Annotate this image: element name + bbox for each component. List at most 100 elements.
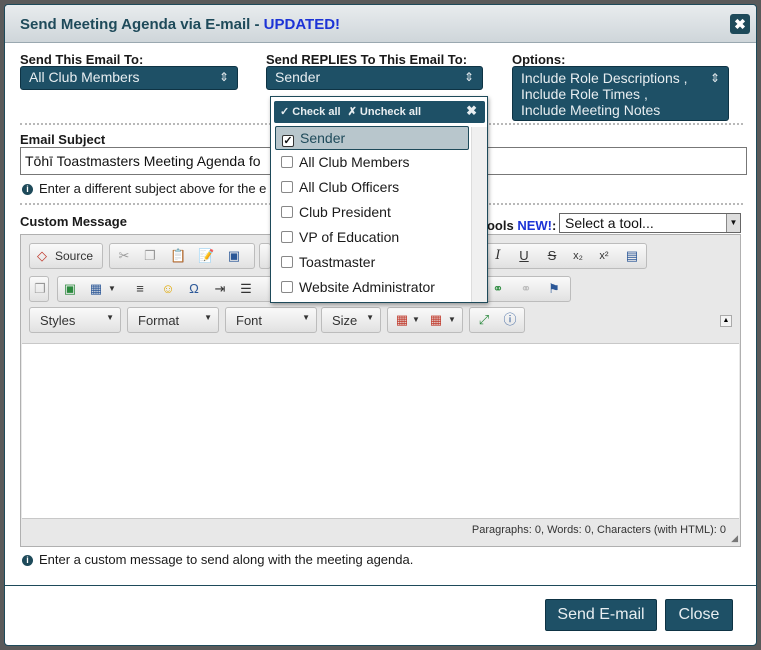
checkbox-icon[interactable] <box>281 156 293 168</box>
send-to-label: Send This Email To: <box>20 52 144 67</box>
close-button[interactable]: Close <box>665 599 733 631</box>
dialog-close-icon[interactable]: ✖ <box>730 14 750 34</box>
dropdown-arrow-icon: ▼ <box>204 313 212 322</box>
check-all-link[interactable]: ✓ Check all <box>280 106 341 118</box>
source-icon[interactable]: ◇ <box>34 248 50 264</box>
copy-format-icon[interactable]: ❐ <box>32 281 48 297</box>
underline-icon[interactable]: U <box>516 248 532 264</box>
uncheck-all-link[interactable]: ✗ Uncheck all <box>348 106 421 118</box>
option-meeting-notes: Include Meeting Notes <box>521 102 661 118</box>
options-select[interactable]: Include Role Descriptions , Include Role… <box>512 66 729 121</box>
paste-icon[interactable]: 📋 <box>170 248 186 264</box>
reply-option-item[interactable]: Toastmaster <box>275 251 469 275</box>
toolbar-group-links: ⚭ ⚭ ⚑ <box>483 276 571 302</box>
reply-option-label: All Club Officers <box>299 179 400 195</box>
reply-option-item[interactable]: Club President <box>275 201 469 225</box>
checkbox-icon[interactable] <box>281 231 293 243</box>
reply-to-select[interactable]: Sender ⇕ <box>266 66 483 90</box>
image-icon[interactable]: ▣ <box>62 281 78 297</box>
reply-option-item[interactable]: Website Administrator <box>275 276 469 300</box>
footer-divider <box>5 585 756 586</box>
checkbox-icon[interactable] <box>281 206 293 218</box>
font-combo[interactable]: Font ▼ <box>225 307 317 333</box>
bg-color-icon[interactable]: ▦ <box>428 312 444 328</box>
updown-arrow-icon: ⇕ <box>463 70 474 84</box>
options-label: Options: <box>512 52 566 67</box>
reply-to-label: Send REPLIES To This Email To: <box>266 52 468 67</box>
dropdown-scrollbar[interactable] <box>471 127 487 302</box>
checkbox-icon[interactable] <box>281 281 293 293</box>
subject-label: Email Subject <box>20 132 106 147</box>
strike-icon[interactable]: S <box>544 248 560 264</box>
reply-option-item[interactable]: All Club Members <box>275 151 469 175</box>
send-to-value: All Club Members <box>29 69 140 85</box>
collapse-toolbar-icon[interactable]: ▲ <box>720 315 732 327</box>
reply-option-item[interactable]: All Club Officers <box>275 176 469 200</box>
dropdown-close-icon[interactable]: ✖ <box>466 103 477 119</box>
horizontal-rule-icon[interactable]: ≡ <box>132 281 148 297</box>
toolbar-group-insert: ▣ ▦ ▼ ≡ ☺ Ω ⇥ ☰ <box>57 276 283 302</box>
tools-label: Tools NEW!: <box>480 218 557 233</box>
table-icon[interactable]: ▦ <box>88 281 104 297</box>
toolbar-group-clipboard: ✂ ❐ 📋 📝 ▣ <box>109 243 255 269</box>
reply-option-label: VP of Education <box>299 229 400 245</box>
info-icon: i <box>22 555 33 566</box>
reply-option-label: Sender <box>300 130 346 146</box>
page-break-icon[interactable]: ⇥ <box>212 281 228 297</box>
checkbox-icon[interactable] <box>281 256 293 268</box>
copy-icon[interactable]: ❐ <box>142 248 158 264</box>
remove-format-icon[interactable]: ▤ <box>624 248 640 264</box>
reply-to-dropdown: ✓ Check all ✗ Uncheck all ✖ ✓ Sender All C… <box>270 96 488 303</box>
format-combo[interactable]: Format ▼ <box>127 307 219 333</box>
size-combo[interactable]: Size ▼ <box>321 307 381 333</box>
numbered-list-icon[interactable]: ☰ <box>238 281 254 297</box>
message-hint: i Enter a custom message to send along wi… <box>22 552 413 567</box>
toolbar-group-tools: ⤢ ⓘ <box>469 307 525 333</box>
updown-arrow-icon: ⇕ <box>709 71 720 85</box>
maximize-icon[interactable]: ⤢ <box>476 312 492 328</box>
send-to-select[interactable]: All Club Members ⇕ <box>20 66 238 90</box>
updated-badge: UPDATED! <box>263 16 341 33</box>
superscript-icon[interactable]: x² <box>596 248 612 264</box>
dropdown-arrow-icon: ▼ <box>366 313 374 322</box>
source-button[interactable]: Source <box>55 249 93 263</box>
special-char-icon[interactable]: Ω <box>186 281 202 297</box>
message-edit-area[interactable] <box>22 343 739 519</box>
anchor-flag-icon[interactable]: ⚑ <box>546 281 562 297</box>
subscript-icon[interactable]: x₂ <box>570 248 586 264</box>
reply-option-label: Club President <box>299 204 391 220</box>
subject-hint: i Enter a different subject above for the… <box>22 181 266 196</box>
reply-option-label: Toastmaster <box>299 254 376 270</box>
send-email-button[interactable]: Send E-mail <box>545 599 657 631</box>
dropdown-arrow-icon: ▼ <box>302 313 310 322</box>
reply-option-item[interactable]: ✓ Sender <box>275 126 469 150</box>
tool-select[interactable]: Select a tool... ▼ <box>559 213 741 233</box>
checkbox-checked-icon[interactable]: ✓ <box>282 135 294 147</box>
dropdown-arrow-icon[interactable]: ▼ <box>408 312 424 328</box>
italic-icon[interactable]: I <box>490 248 506 264</box>
smiley-icon[interactable]: ☺ <box>160 281 176 297</box>
info-icon: i <box>22 184 33 195</box>
updown-arrow-icon: ⇕ <box>218 70 229 84</box>
reply-option-item[interactable]: VP of Education <box>275 226 469 250</box>
dropdown-arrow-icon[interactable]: ▼ <box>444 312 460 328</box>
checkbox-icon[interactable] <box>281 181 293 193</box>
dropdown-arrow-icon[interactable]: ▼ <box>104 281 120 297</box>
about-info-icon[interactable]: ⓘ <box>502 312 518 328</box>
toolbar-group-colors: ▦ ▼ ▦ ▼ <box>387 307 463 333</box>
reply-option-label: Website Administrator <box>299 279 435 295</box>
dialog-title: Send Meeting Agenda via E-mail - UPDATED… <box>20 16 341 33</box>
toolbar-group-document: ◇ Source <box>29 243 103 269</box>
unlink-icon[interactable]: ⚭ <box>518 281 534 297</box>
cut-icon[interactable]: ✂ <box>116 248 132 264</box>
reply-to-value: Sender <box>275 69 321 85</box>
styles-combo[interactable]: Styles ▼ <box>29 307 121 333</box>
paste-word-icon[interactable]: ▣ <box>226 248 242 264</box>
paste-text-icon[interactable]: 📝 <box>198 248 214 264</box>
reply-option-label: All Club Members <box>299 154 410 170</box>
custom-message-label: Custom Message <box>20 214 127 229</box>
resize-handle-icon[interactable]: ◢ <box>731 533 738 544</box>
link-icon[interactable]: ⚭ <box>490 281 506 297</box>
dropdown-arrow-icon: ▼ <box>726 214 740 232</box>
editor-status: Paragraphs: 0, Words: 0, Characters (wit… <box>471 524 726 536</box>
